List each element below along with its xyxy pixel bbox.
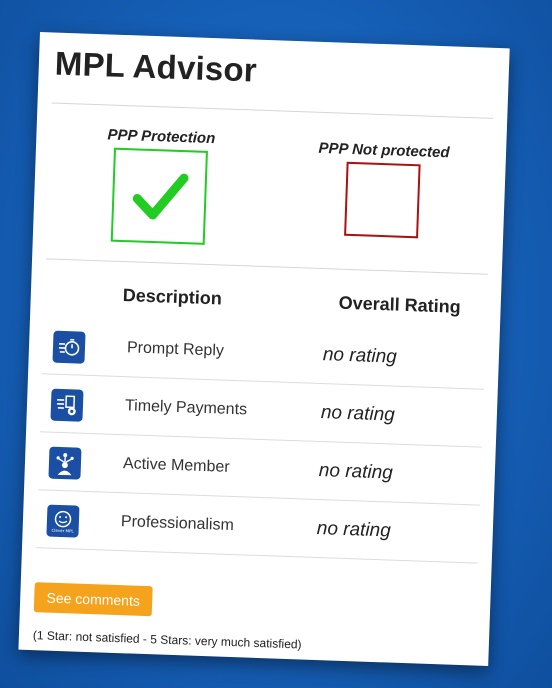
title-divider [51, 102, 494, 119]
column-header-rating: Overall Rating [338, 292, 462, 317]
advisor-card: MPL Advisor PPP Protection PPP Not prote… [18, 32, 510, 667]
ppp-not-protected-box [344, 161, 421, 239]
icon-caption: Clever MPL [51, 527, 74, 533]
ppp-not-protected-label: PPP Not protected [318, 139, 450, 162]
row-label: Active Member [122, 455, 230, 476]
row-label: Professionalism [120, 513, 235, 535]
stopwatch-icon [52, 330, 86, 364]
smiley-badge-icon: Clever MPL [46, 504, 80, 538]
checkmark-icon [132, 173, 189, 220]
row-rating: no rating [318, 460, 394, 484]
row-rating: no rating [320, 402, 396, 426]
ppp-not-protected-block: PPP Not protected [301, 139, 464, 240]
see-comments-button[interactable]: See comments [33, 582, 153, 617]
payment-document-icon [50, 388, 84, 422]
row-rating: no rating [316, 517, 392, 542]
ppp-protected-box [110, 147, 208, 245]
ppp-protected-label: PPP Protection [107, 126, 216, 148]
page-title: MPL Advisor [54, 44, 258, 89]
member-network-icon [48, 446, 82, 480]
ppp-protected-block: PPP Protection [93, 126, 227, 245]
column-header-description: Description [122, 285, 223, 309]
row-label: Prompt Reply [126, 339, 225, 360]
ppp-divider [46, 258, 488, 275]
row-label: Timely Payments [124, 397, 248, 419]
rating-legend: (1 Star: not satisfied - 5 Stars: very m… [32, 628, 302, 652]
row-rating: no rating [322, 344, 398, 368]
